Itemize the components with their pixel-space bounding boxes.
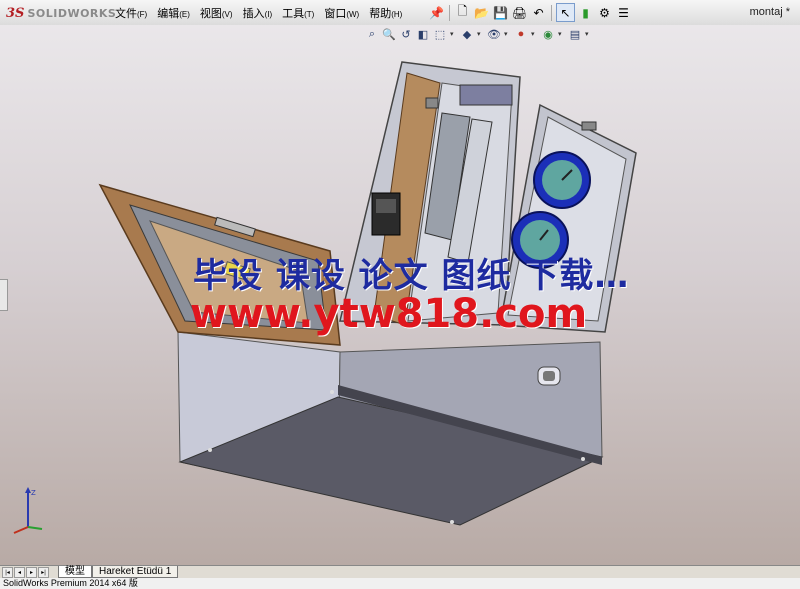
undo-icon[interactable]: ↶ [530,4,547,21]
tab-model[interactable]: 模型 [58,566,92,578]
cable-gland-inner [543,371,555,381]
tab-navigation: |◂ ◂ ▸ ▸| [2,567,49,578]
document-name: montaj * [749,6,790,18]
logo-mark: 3S [6,5,25,21]
switch-module-face [376,199,396,213]
gauge-top [533,151,591,209]
toolbar-separator [551,4,552,21]
latch [581,121,597,131]
traffic-light-icon[interactable]: ▮ [577,4,594,21]
new-document-icon[interactable]: 🗋 [454,4,471,21]
latch [425,97,439,109]
save-icon[interactable]: 💾 [492,4,509,21]
next-tab-icon[interactable]: ▸ [26,567,37,578]
prev-tab-icon[interactable]: ◂ [14,567,25,578]
standard-toolbar: 📌 🗋 📂 💾 🖨 ↶ ↖ ▮ ⚙ ☰ [428,3,632,22]
box-foot [330,390,334,394]
logo-text: SOLIDWORKS [27,6,117,20]
print-icon[interactable]: 🖨 [511,4,528,21]
solidworks-logo[interactable]: 3S SOLIDWORKS [6,4,116,22]
watermark-chinese: 毕设 课设 论文 图纸 下载… [193,256,630,296]
watermark-url: www.ytw818.com [190,291,588,337]
graphics-area[interactable]: ⌕ 🔍 ↺ ◧ ⬚ ▾ ◆ ▾ 👁 ▾ ● ▾ ◉ ▾ ▤ ▾ 毕设 课设 论文… [0,25,800,565]
first-tab-icon[interactable]: |◂ [2,567,13,578]
tab-motion-study[interactable]: Hareket Etüdü 1 [92,566,179,578]
top-bar [459,84,513,106]
menu-file[interactable]: 文件(F) [115,5,147,21]
list-icon[interactable]: ☰ [615,4,632,21]
menu-view[interactable]: 视图(V) [200,5,233,21]
box-foot [450,520,454,524]
svg-text:Z: Z [31,489,36,497]
status-bar: SolidWorks Premium 2014 x64 版 [0,578,800,589]
menu-window[interactable]: 窗口(W) [324,5,359,21]
title-bar: 3S SOLIDWORKS 文件(F) 编辑(E) 视图(V) 插入(I) 工具… [0,0,800,26]
last-tab-icon[interactable]: ▸| [38,567,49,578]
box-foot [208,448,212,452]
open-icon[interactable]: 📂 [473,4,490,21]
tab-bar: |◂ ◂ ▸ ▸| 模型 Hareket Etüdü 1 [0,565,800,578]
menu-insert[interactable]: 插入(I) [243,5,273,21]
menu-bar: 文件(F) 编辑(E) 视图(V) 插入(I) 工具(T) 窗口(W) 帮助(H… [115,5,402,21]
menu-help[interactable]: 帮助(H) [369,5,402,21]
menu-edit[interactable]: 编辑(E) [157,5,190,21]
reference-triad: Z [13,487,43,534]
select-icon[interactable]: ↖ [556,3,575,22]
pin-icon[interactable]: 📌 [428,4,445,21]
menu-tools[interactable]: 工具(T) [282,5,314,21]
toolbar-separator [449,4,450,21]
options-icon[interactable]: ⚙ [596,4,613,21]
box-foot [581,457,585,461]
